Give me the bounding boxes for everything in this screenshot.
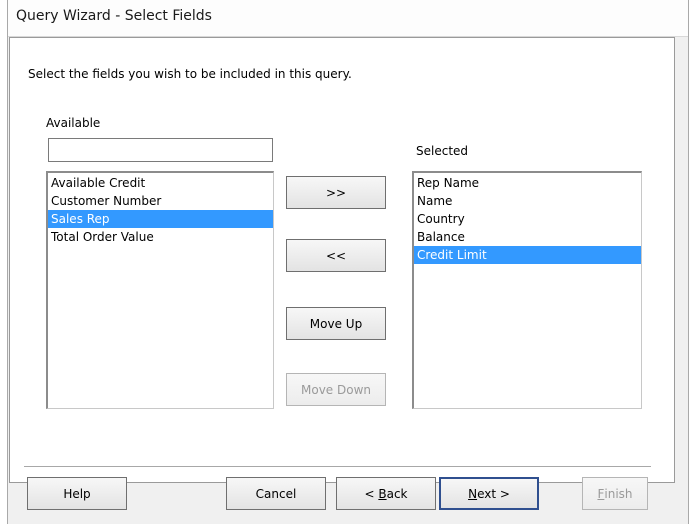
move-up-button[interactable]: Move Up [286, 307, 386, 340]
list-item[interactable]: Sales Rep [48, 210, 273, 228]
next-mnemonic: N [468, 486, 478, 501]
finish-button[interactable]: Finish [582, 477, 648, 510]
cancel-button[interactable]: Cancel [226, 477, 326, 510]
remove-field-button[interactable]: << [286, 239, 386, 272]
finish-rest: inish [604, 486, 633, 501]
back-rest: ack [386, 486, 408, 501]
add-field-button[interactable]: >> [286, 176, 386, 209]
back-button[interactable]: < Back [336, 477, 436, 510]
list-item[interactable]: Country [414, 210, 641, 228]
selected-label: Selected [416, 144, 469, 158]
back-prefix: < [364, 486, 379, 501]
next-button[interactable]: Next > [439, 477, 539, 510]
available-filter-input[interactable] [48, 138, 273, 162]
list-item[interactable]: Available Credit [48, 174, 273, 192]
instruction-text: Select the fields you wish to be include… [28, 67, 352, 81]
footer-divider [24, 466, 651, 468]
selected-fields-items: Rep Name Name Country Balance Credit Lim… [414, 173, 641, 264]
available-label: Available [46, 116, 101, 130]
move-down-button[interactable]: Move Down [286, 373, 386, 406]
title-bar[interactable]: Query Wizard - Select Fields [8, 0, 688, 37]
available-fields-list[interactable]: Available Credit Customer Number Sales R… [46, 171, 274, 409]
list-item[interactable]: Balance [414, 228, 641, 246]
list-item[interactable]: Name [414, 192, 641, 210]
help-button[interactable]: Help [27, 477, 127, 510]
list-item[interactable]: Total Order Value [48, 228, 273, 246]
list-item[interactable]: Rep Name [414, 174, 641, 192]
window-title: Query Wizard - Select Fields [16, 8, 212, 24]
list-item[interactable]: Credit Limit [414, 246, 641, 264]
list-item[interactable]: Customer Number [48, 192, 273, 210]
available-fields-items: Available Credit Customer Number Sales R… [48, 173, 273, 246]
selected-fields-list[interactable]: Rep Name Name Country Balance Credit Lim… [412, 171, 642, 409]
next-rest: ext > [477, 486, 510, 501]
finish-mnemonic: F [597, 486, 605, 501]
back-mnemonic: B [378, 486, 387, 501]
